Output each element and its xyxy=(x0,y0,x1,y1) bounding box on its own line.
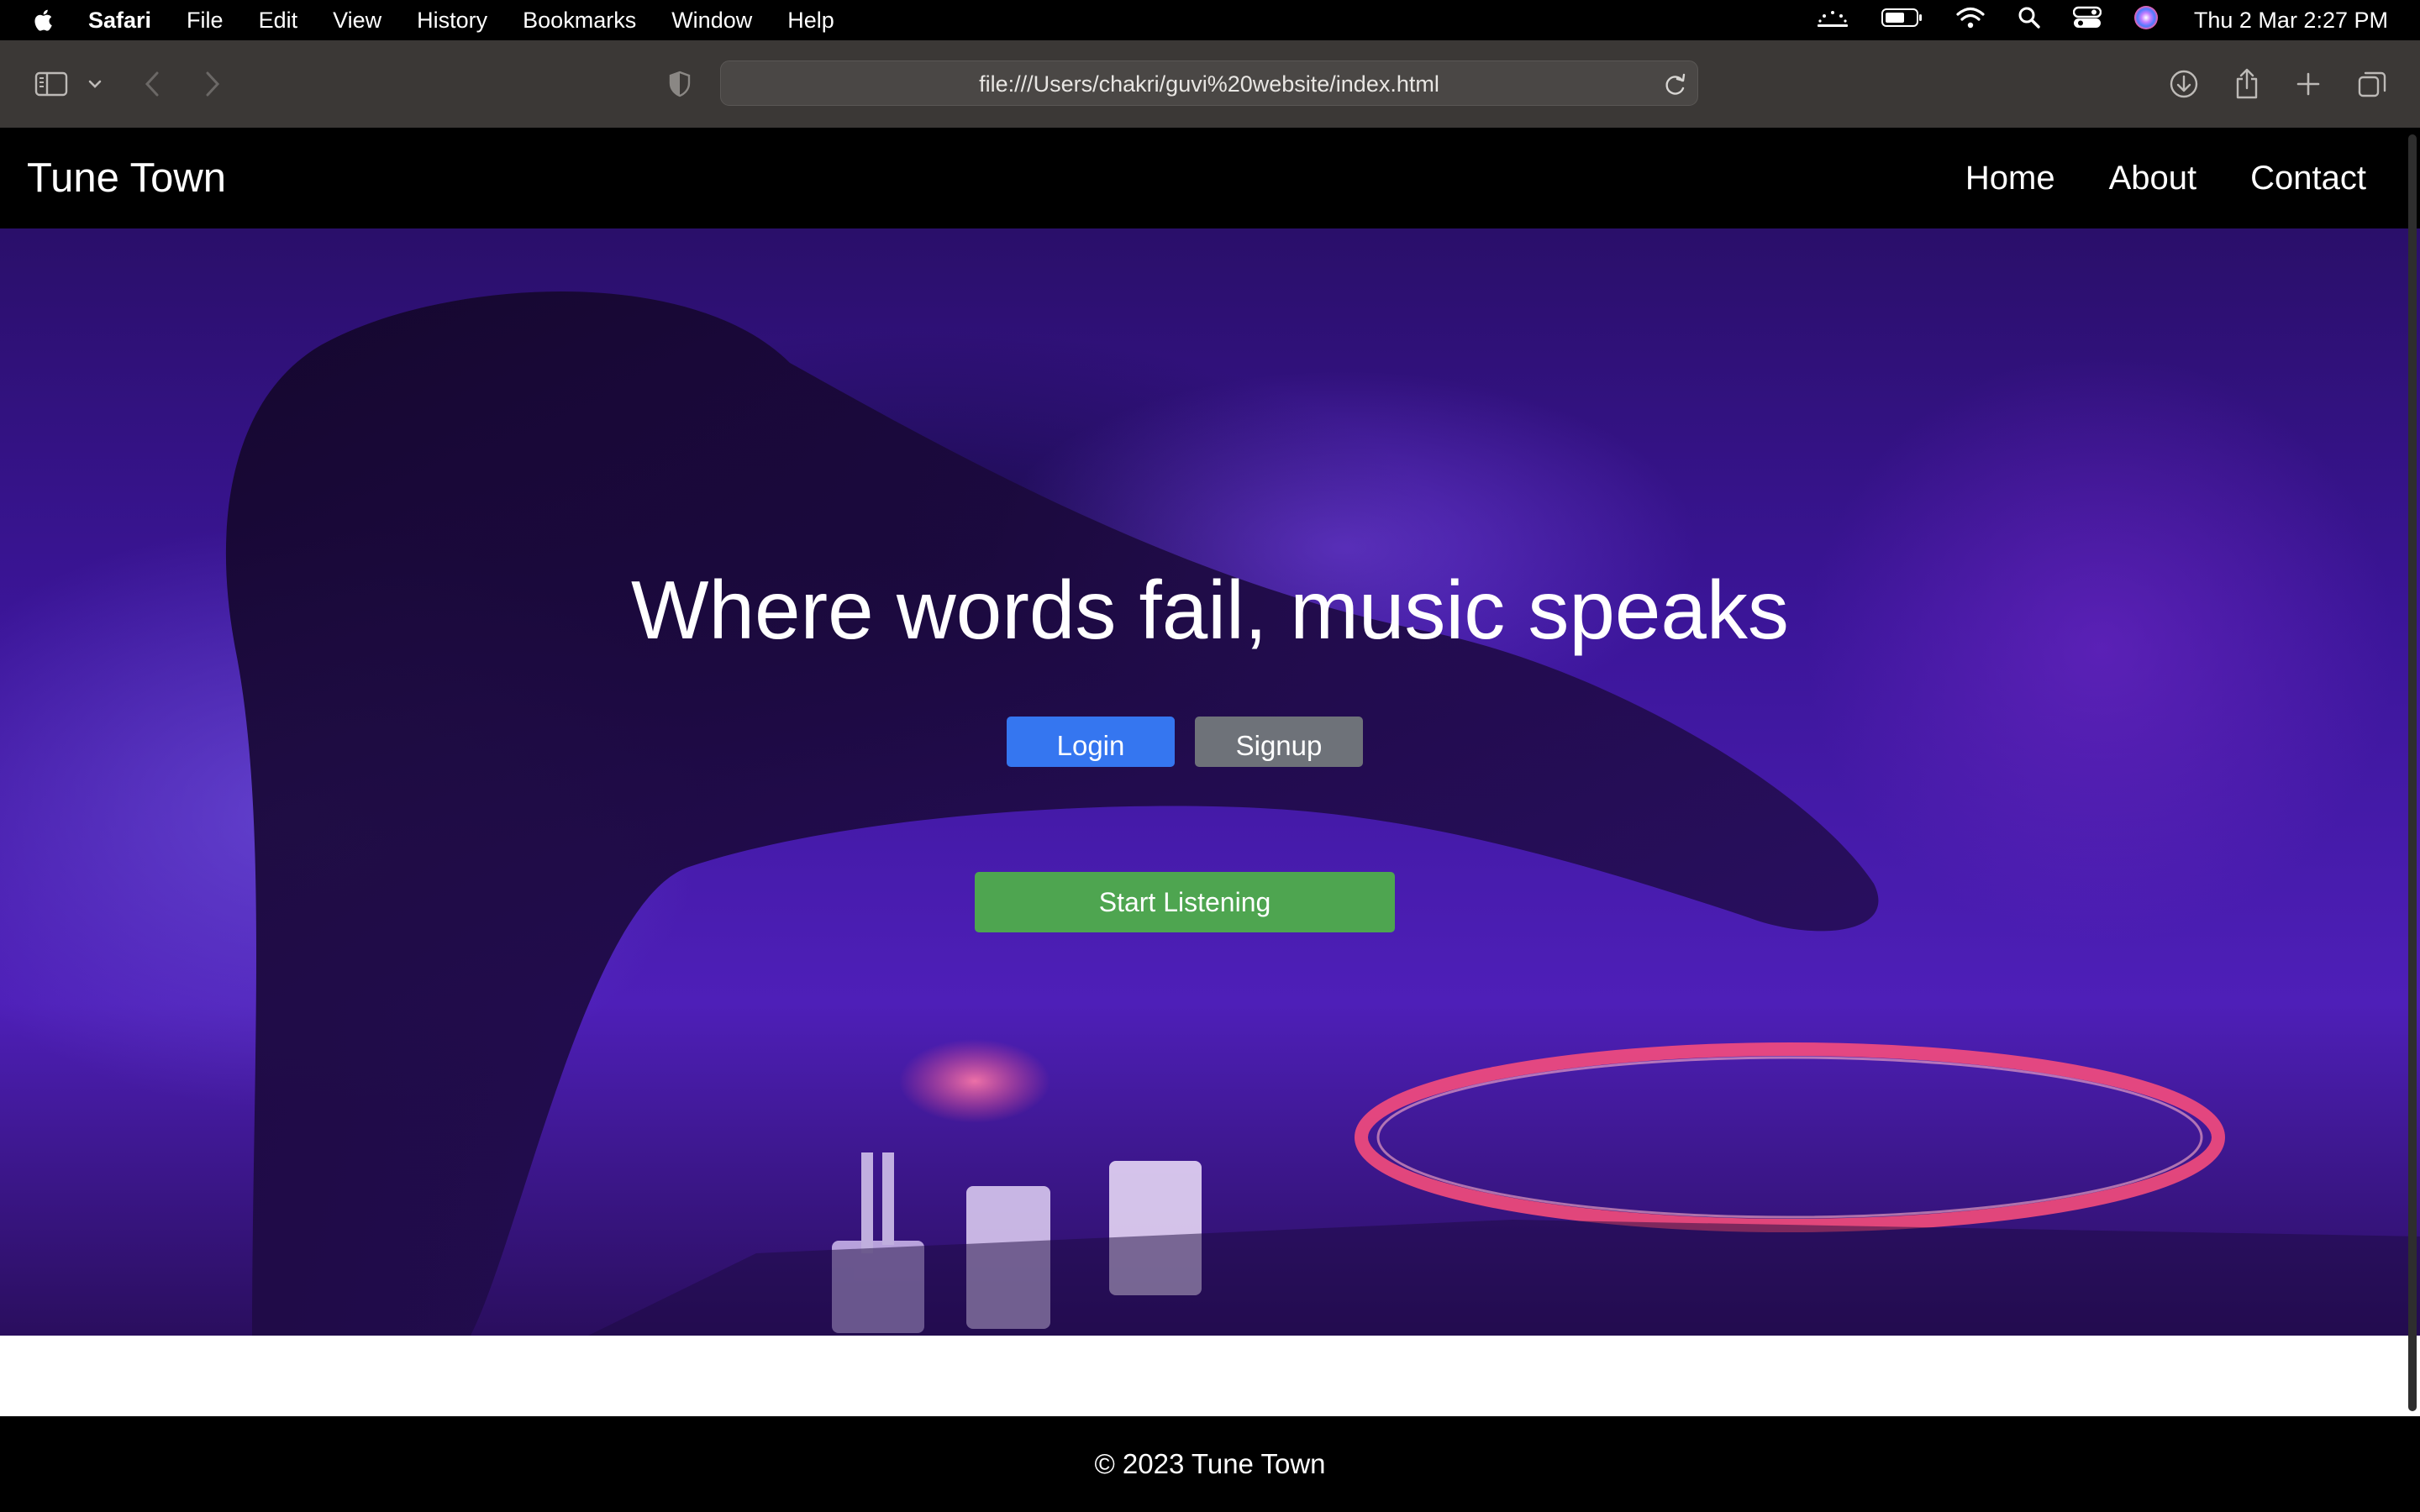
hero-section: Where words fail, music speaks Login Sig… xyxy=(0,228,2420,1336)
back-arrow-icon[interactable] xyxy=(139,40,165,128)
forward-arrow-icon[interactable] xyxy=(200,40,225,128)
nav-link-contact[interactable]: Contact xyxy=(2250,160,2366,197)
login-button[interactable]: Login xyxy=(1007,717,1175,767)
signup-button[interactable]: Signup xyxy=(1195,717,1363,767)
menu-history[interactable]: History xyxy=(399,8,505,34)
start-listening-button[interactable]: Start Listening xyxy=(975,872,1395,932)
menu-app-name[interactable]: Safari xyxy=(57,8,169,34)
site-footer: © 2023 Tune Town xyxy=(0,1416,2420,1512)
address-bar[interactable]: file:///Users/chakri/guvi%20website/inde… xyxy=(720,60,1698,106)
menu-file[interactable]: File xyxy=(169,8,241,34)
macos-menu-bar: Safari File Edit View History Bookmarks … xyxy=(0,0,2420,40)
spotlight-search-icon[interactable] xyxy=(2018,6,2041,35)
site-brand[interactable]: Tune Town xyxy=(27,128,226,228)
menu-window[interactable]: Window xyxy=(654,8,770,34)
menu-view[interactable]: View xyxy=(315,8,399,34)
keyboard-brightness-icon[interactable] xyxy=(1816,8,1849,34)
hero-title: Where words fail, music speaks xyxy=(631,564,1789,656)
apple-menu-icon[interactable] xyxy=(32,6,57,34)
nav-link-about[interactable]: About xyxy=(2109,160,2197,197)
chevron-down-icon[interactable] xyxy=(86,40,104,128)
web-page: Tune Town Home About Contact Where words… xyxy=(0,128,2420,1512)
wifi-icon[interactable] xyxy=(1955,6,1986,35)
menu-help[interactable]: Help xyxy=(770,8,852,34)
new-tab-plus-icon[interactable] xyxy=(2294,40,2323,128)
page-scrollbar[interactable] xyxy=(2403,128,2420,1512)
reload-icon[interactable] xyxy=(1664,71,1687,97)
menu-bookmarks[interactable]: Bookmarks xyxy=(505,8,654,34)
url-text[interactable]: file:///Users/chakri/guvi%20website/inde… xyxy=(721,61,1697,107)
privacy-shield-icon[interactable] xyxy=(666,40,694,128)
hero-background-image xyxy=(225,291,2420,1336)
site-navbar: Tune Town Home About Contact xyxy=(0,128,2420,228)
menu-bar-clock[interactable]: Thu 2 Mar 2:27 PM xyxy=(2194,8,2388,34)
tab-overview-icon[interactable] xyxy=(2356,40,2388,128)
menu-edit[interactable]: Edit xyxy=(241,8,316,34)
control-center-icon[interactable] xyxy=(2072,6,2102,35)
downloads-icon[interactable] xyxy=(2168,40,2200,128)
scrollbar-thumb[interactable] xyxy=(2408,134,2417,1411)
sidebar-toggle-icon[interactable] xyxy=(32,40,71,128)
browser-toolbar: file:///Users/chakri/guvi%20website/inde… xyxy=(0,40,2420,129)
battery-icon[interactable] xyxy=(1881,7,1923,34)
siri-icon[interactable] xyxy=(2133,5,2159,36)
site-nav: Home About Contact xyxy=(1965,128,2366,228)
nav-link-home[interactable]: Home xyxy=(1965,160,2055,197)
share-icon[interactable] xyxy=(2232,40,2262,128)
